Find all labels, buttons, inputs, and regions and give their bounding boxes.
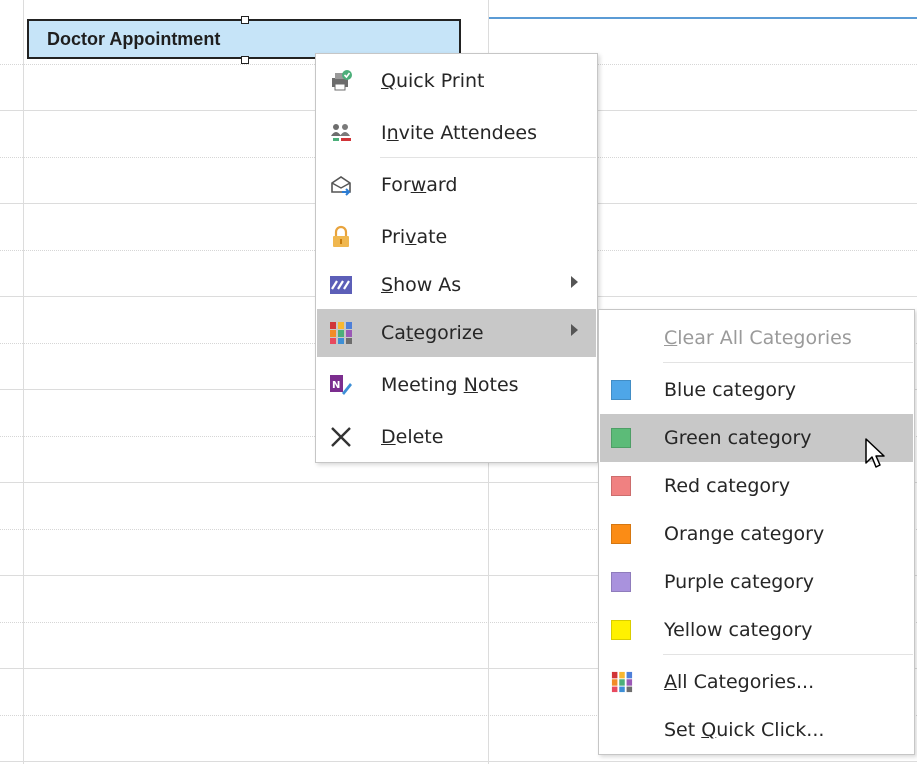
menu-item-categorize[interactable]: Categorize bbox=[317, 309, 596, 357]
submenu-item-all-categories[interactable]: All Categories... bbox=[600, 658, 913, 706]
submenu-item-clear-all-categories[interactable]: Clear All Categories bbox=[600, 314, 913, 362]
menu-item-meeting-notes[interactable]: N Meeting Notes bbox=[317, 361, 596, 409]
menu-item-show-as[interactable]: Show As bbox=[317, 261, 596, 309]
submenu-item-set-quick-click[interactable]: Set Quick Click... bbox=[600, 706, 913, 754]
forward-icon bbox=[331, 176, 351, 196]
svg-text:N: N bbox=[332, 380, 340, 391]
submenu-item-purple-category[interactable]: Purple category bbox=[600, 558, 913, 606]
menu-item-label: Categorize bbox=[381, 322, 484, 344]
categorize-icon bbox=[330, 322, 352, 344]
submenu-item-label: Clear All Categories bbox=[664, 327, 852, 349]
category-color-swatch bbox=[611, 380, 631, 400]
submenu-arrow-icon bbox=[571, 324, 578, 336]
menu-item-label: Forward bbox=[381, 174, 458, 196]
timebar-accent bbox=[488, 17, 917, 19]
context-menu: Quick Print Invite Attendees Forward Pri… bbox=[315, 53, 598, 463]
submenu-item-label: Set Quick Click... bbox=[664, 719, 825, 741]
submenu-item-label: Orange category bbox=[664, 523, 825, 545]
mouse-cursor-icon bbox=[865, 438, 885, 468]
submenu-item-label: Red category bbox=[664, 475, 791, 497]
menu-item-invite-attendees[interactable]: Invite Attendees bbox=[317, 109, 596, 157]
show-as-icon bbox=[330, 276, 352, 294]
quick-print-icon bbox=[332, 70, 352, 91]
categorize-submenu: Clear All Categories Blue category Green… bbox=[598, 309, 915, 755]
category-color-swatch bbox=[611, 428, 631, 448]
menu-item-label: Delete bbox=[381, 426, 444, 448]
menu-item-label: Private bbox=[381, 226, 448, 248]
submenu-item-orange-category[interactable]: Orange category bbox=[600, 510, 913, 558]
category-color-swatch bbox=[611, 476, 631, 496]
category-color-swatch bbox=[611, 524, 631, 544]
category-color-swatch bbox=[611, 620, 631, 640]
grid-line bbox=[0, 761, 917, 762]
menu-item-forward[interactable]: Forward bbox=[317, 161, 596, 209]
submenu-item-label: Green category bbox=[664, 427, 812, 449]
submenu-item-label: Yellow category bbox=[664, 619, 813, 641]
appointment-title: Doctor Appointment bbox=[47, 29, 221, 49]
category-color-swatch bbox=[611, 572, 631, 592]
menu-item-quick-print[interactable]: Quick Print bbox=[317, 57, 596, 105]
lock-icon bbox=[333, 225, 349, 247]
menu-item-label: Quick Print bbox=[381, 70, 485, 92]
menu-item-label: Meeting Notes bbox=[381, 374, 519, 396]
categorize-icon bbox=[611, 671, 633, 693]
invite-attendees-icon bbox=[331, 124, 351, 141]
menu-item-delete[interactable]: Delete bbox=[317, 413, 596, 461]
menu-item-private[interactable]: Private bbox=[317, 213, 596, 261]
grid-line bbox=[23, 0, 24, 764]
menu-separator bbox=[663, 362, 913, 363]
menu-item-label: Show As bbox=[381, 274, 462, 296]
submenu-item-blue-category[interactable]: Blue category bbox=[600, 366, 913, 414]
menu-item-label: Invite Attendees bbox=[381, 122, 537, 144]
submenu-item-label: All Categories... bbox=[664, 671, 815, 693]
menu-separator bbox=[663, 654, 913, 655]
submenu-item-label: Purple category bbox=[664, 571, 815, 593]
onenote-icon: N bbox=[330, 375, 352, 395]
resize-handle-top[interactable] bbox=[241, 16, 249, 24]
delete-icon bbox=[331, 427, 351, 447]
submenu-arrow-icon bbox=[571, 276, 578, 288]
submenu-item-yellow-category[interactable]: Yellow category bbox=[600, 606, 913, 654]
resize-handle-bottom[interactable] bbox=[241, 56, 249, 64]
submenu-item-label: Blue category bbox=[664, 379, 797, 401]
menu-separator bbox=[380, 157, 596, 158]
